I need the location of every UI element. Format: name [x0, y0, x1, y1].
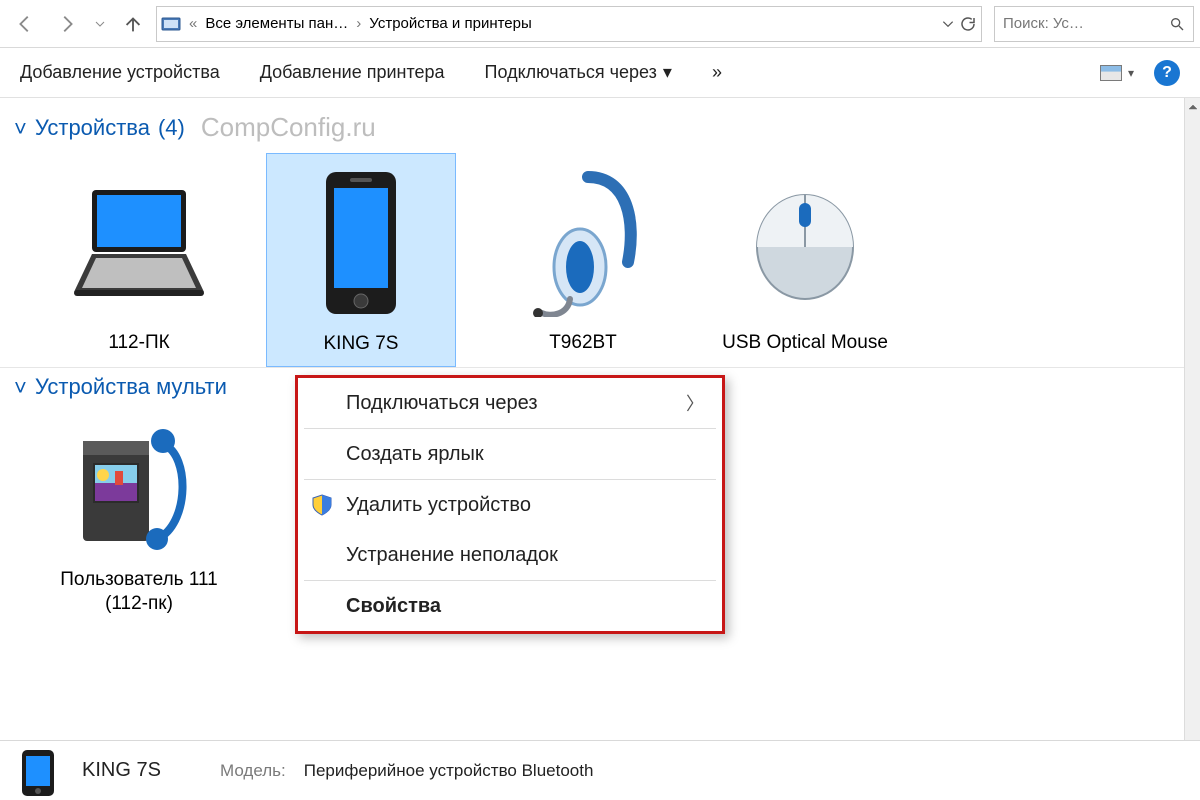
chevron-right-icon: 〉	[686, 390, 704, 416]
group-devices-header[interactable]: ˅ Устройства (4) CompConfig.ru	[14, 112, 1170, 143]
chevron-right-icon: ›	[354, 15, 363, 32]
search-icon	[1169, 16, 1185, 32]
device-item-laptop[interactable]: 112-ПК	[44, 153, 234, 365]
mouse-icon	[710, 157, 900, 327]
ctx-label: Свойства	[346, 595, 441, 618]
recent-dropdown[interactable]	[90, 5, 110, 43]
refresh-button[interactable]	[959, 15, 977, 33]
phone-icon	[267, 158, 455, 328]
control-panel-icon	[161, 14, 181, 34]
connect-via-label: Подключаться через	[485, 62, 657, 83]
devices-list: 112-ПК KING 7S	[14, 153, 1170, 367]
device-label: 112-ПК	[44, 327, 234, 365]
media-server-icon	[44, 414, 234, 564]
device-item-phone[interactable]: KING 7S	[266, 153, 456, 367]
device-label: T962BT	[488, 327, 678, 365]
vertical-scrollbar[interactable]	[1184, 98, 1200, 740]
toolbar-overflow[interactable]: »	[712, 62, 722, 83]
breadcrumb[interactable]: « Все элементы пан… › Устройства и принт…	[156, 6, 982, 42]
shield-icon	[310, 493, 334, 517]
breadcrumb-item-1[interactable]: Все элементы пан…	[205, 15, 348, 32]
chevron-down-icon: ▾	[663, 62, 672, 83]
ctx-label: Устранение неполадок	[346, 544, 558, 567]
device-label: USB Optical Mouse	[710, 327, 900, 365]
forward-button[interactable]	[48, 5, 86, 43]
group-devices-count: (4)	[158, 115, 185, 141]
details-model-value: Периферийное устройство Bluetooth	[304, 761, 594, 781]
thumbnail-icon	[1100, 65, 1122, 81]
add-printer-button[interactable]: Добавление принтера	[260, 62, 445, 83]
context-menu: Подключаться через 〉 Создать ярлык Удали…	[295, 375, 725, 634]
breadcrumb-ellipsis: «	[187, 15, 199, 32]
chevron-down-icon: ˅	[14, 116, 27, 142]
device-item-mouse[interactable]: USB Optical Mouse	[710, 153, 900, 365]
command-bar: Добавление устройства Добавление принтер…	[0, 48, 1200, 98]
scroll-up-icon[interactable]	[1185, 98, 1200, 116]
address-bar: « Все элементы пан… › Устройства и принт…	[0, 0, 1200, 48]
add-device-button[interactable]: Добавление устройства	[20, 62, 220, 83]
group-devices-label: Устройства	[35, 115, 150, 141]
ctx-label: Создать ярлык	[346, 443, 484, 466]
group-multimedia-label: Устройства мульти	[35, 374, 227, 400]
view-options-button[interactable]: ▾	[1100, 65, 1134, 81]
device-label: KING 7S	[267, 328, 455, 366]
connect-via-button[interactable]: Подключаться через ▾	[485, 62, 672, 83]
help-button[interactable]: ?	[1154, 60, 1180, 86]
breadcrumb-dropdown[interactable]	[941, 17, 955, 31]
ctx-connect-via[interactable]: Подключаться через 〉	[298, 378, 722, 428]
ctx-troubleshoot[interactable]: Устранение неполадок	[298, 530, 722, 580]
details-name: KING 7S	[82, 759, 192, 782]
device-item-headset[interactable]: T962BT	[488, 153, 678, 365]
details-pane: KING 7S Модель: Периферийное устройство …	[0, 740, 1200, 800]
headset-icon	[488, 157, 678, 327]
search-input[interactable]: Поиск: Ус…	[994, 6, 1194, 42]
laptop-icon	[44, 157, 234, 327]
watermark-text: CompConfig.ru	[201, 112, 376, 143]
chevron-down-icon: ˅	[14, 375, 27, 401]
breadcrumb-item-2[interactable]: Устройства и принтеры	[369, 15, 531, 32]
up-button[interactable]	[114, 5, 152, 43]
ctx-properties[interactable]: Свойства	[298, 581, 722, 631]
ctx-remove-device[interactable]: Удалить устройство	[298, 480, 722, 530]
device-item-media[interactable]: Пользователь 111 (112-пк)	[44, 410, 234, 626]
back-button[interactable]	[6, 5, 44, 43]
ctx-label: Удалить устройство	[346, 494, 531, 517]
device-label: Пользователь 111 (112-пк)	[44, 564, 234, 626]
phone-icon	[18, 748, 64, 794]
group-separator	[0, 367, 1184, 368]
ctx-create-shortcut[interactable]: Создать ярлык	[298, 429, 722, 479]
chevron-down-icon: ▾	[1128, 66, 1134, 80]
details-model-label: Модель:	[220, 761, 286, 781]
search-placeholder: Поиск: Ус…	[1003, 15, 1084, 32]
ctx-label: Подключаться через	[346, 392, 538, 415]
